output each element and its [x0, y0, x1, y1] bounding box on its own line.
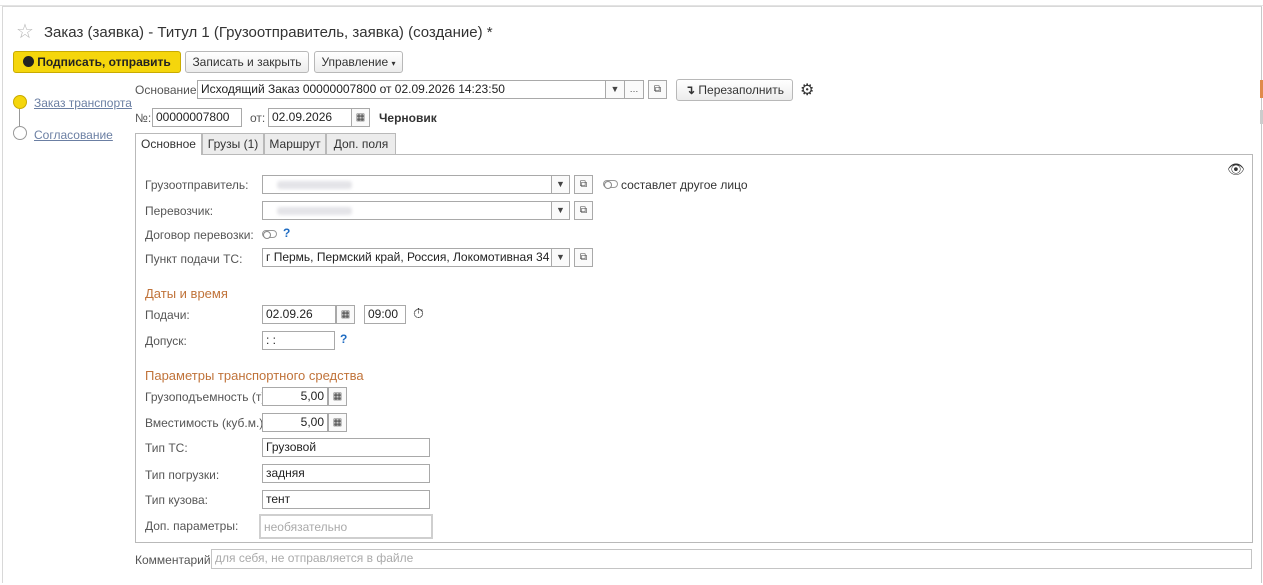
contract-help-icon[interactable]: ? [283, 226, 290, 240]
pickup-field[interactable]: г Пермь, Пермский край, Россия, Локомоти… [262, 248, 552, 267]
body-type-label: Тип кузова: [145, 493, 209, 507]
tab-main[interactable]: Основное [135, 133, 202, 155]
sign-send-button[interactable]: Подписать, отправить [13, 51, 181, 73]
supply-label: Подачи: [145, 308, 190, 322]
basis-open-icon[interactable]: ⧉ [648, 80, 667, 99]
basis-field[interactable]: Исходящий Заказ 00000007800 от 02.09.202… [197, 80, 606, 99]
capacity-field[interactable]: 5,00 [262, 387, 328, 406]
carrier-field[interactable] [262, 201, 552, 220]
pickup-dropdown-button[interactable]: ▼ [551, 248, 570, 267]
favorite-star-icon[interactable]: ☆ [16, 19, 34, 44]
contract-label: Договор перевозки: [145, 228, 254, 242]
comment-label: Комментарий: [135, 553, 214, 567]
supply-date-field[interactable]: 02.09.26 [262, 305, 336, 324]
eye-icon[interactable]: 👁 [1227, 161, 1245, 178]
calendar-icon[interactable]: ▦ [351, 108, 370, 127]
admission-field[interactable]: : : [262, 331, 335, 350]
step-inactive-circle [13, 126, 27, 140]
pickup-open-icon[interactable]: ⧉ [574, 248, 593, 267]
tab-route[interactable]: Маршрут [264, 133, 326, 154]
basis-select-button[interactable]: … [625, 80, 644, 99]
capacity-label: Грузоподъемность (т): [145, 390, 269, 404]
save-close-button[interactable]: Записать и закрыть [185, 51, 309, 73]
settings-gear-icon[interactable]: ⚙ [800, 80, 814, 100]
step-active-circle [13, 95, 27, 109]
shipper-dropdown-button[interactable]: ▼ [551, 175, 570, 194]
clock-icon[interactable]: ⏱ [413, 305, 424, 322]
tab-extra-fields[interactable]: Доп. поля [326, 133, 396, 154]
comment-field[interactable]: для себя, не отправляется в файле [211, 549, 1252, 569]
loading-type-field[interactable]: задняя [262, 464, 430, 483]
date-field[interactable]: 02.09.2026 [268, 108, 352, 127]
other-person-label: составлет другое лицо [621, 178, 748, 192]
basis-dropdown-button[interactable]: ▼ [606, 80, 625, 99]
step-order-transport-link[interactable]: Заказ транспорта [34, 96, 132, 110]
capacity-calculator-icon[interactable]: ▦ [328, 387, 347, 406]
refill-button[interactable]: ↴ Перезаполнить [676, 79, 793, 101]
step-connector [19, 109, 20, 126]
carrier-redacted-value [277, 207, 352, 215]
date-label: от: [250, 111, 266, 125]
volume-calculator-icon[interactable]: ▦ [328, 413, 347, 432]
chevron-down-icon: ▾ [391, 59, 396, 68]
step-approval-link[interactable]: Согласование [34, 128, 113, 142]
tab-cargo[interactable]: Грузы (1) [202, 133, 264, 154]
carrier-dropdown-button[interactable]: ▼ [551, 201, 570, 220]
vehicle-type-label: Тип ТС: [145, 441, 188, 455]
manage-dropdown-button[interactable]: Управление ▾ [314, 51, 403, 73]
vehicle-type-field[interactable]: Грузовой [262, 438, 430, 457]
pickup-label: Пункт подачи ТС: [145, 252, 243, 266]
supply-calendar-icon[interactable]: ▦ [336, 305, 355, 324]
admission-label: Допуск: [145, 334, 187, 348]
other-person-toggle[interactable] [603, 180, 618, 189]
seal-icon [23, 56, 35, 67]
shipper-open-icon[interactable]: ⧉ [574, 175, 593, 194]
extra-params-label: Доп. параметры: [145, 519, 239, 533]
extra-params-field[interactable]: необязательно [259, 514, 433, 539]
manage-label: Управление [321, 55, 389, 69]
window-title: Заказ (заявка) - Титул 1 (Грузоотправите… [44, 24, 493, 41]
vehicle-section-heading: Параметры транспортного средства [145, 368, 364, 383]
refill-label: Перезаполнить [698, 83, 784, 97]
carrier-label: Перевозчик: [145, 204, 214, 218]
contract-toggle[interactable] [262, 230, 277, 239]
shipper-redacted-value [277, 181, 352, 189]
supply-time-field[interactable]: 09:00 [364, 305, 406, 324]
number-field[interactable]: 00000007800 [152, 108, 242, 127]
body-type-field[interactable]: тент [262, 490, 430, 509]
loading-type-label: Тип погрузки: [145, 468, 220, 482]
number-label: №: [135, 111, 152, 125]
sign-send-label: Подписать, отправить [37, 55, 171, 69]
volume-field[interactable]: 5,00 [262, 413, 328, 432]
status-text: Черновик [379, 111, 437, 125]
carrier-open-icon[interactable]: ⧉ [574, 201, 593, 220]
refill-arrow-icon: ↴ [685, 83, 696, 97]
shipper-label: Грузоотправитель: [145, 178, 249, 192]
shipper-field[interactable] [262, 175, 552, 194]
dates-section-heading: Даты и время [145, 286, 228, 301]
volume-label: Вместимость (куб.м.): [145, 416, 267, 430]
basis-label: Основание: [135, 83, 200, 97]
admission-help-icon[interactable]: ? [340, 332, 347, 346]
